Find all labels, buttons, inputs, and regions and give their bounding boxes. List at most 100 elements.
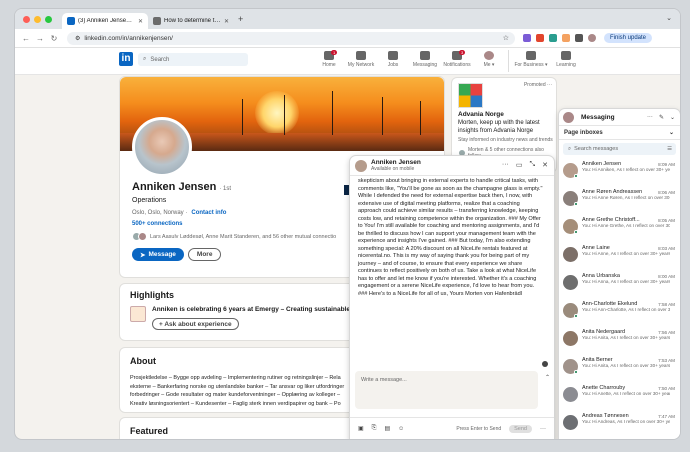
nav-jobs[interactable]: Jobs (377, 50, 409, 72)
thread-item[interactable]: Anniken Jensen You: Hi Anniken, As I refl… (559, 158, 680, 186)
more-options-icon[interactable]: ··· (540, 426, 546, 432)
profile-headline: Operations (132, 197, 167, 204)
emoji-icon[interactable]: ☺ (398, 426, 404, 432)
location-text: Oslo, Oslo, Norway · (132, 210, 188, 216)
more-options-icon[interactable]: ··· (502, 161, 509, 169)
nav-divider (508, 50, 509, 72)
more-options-icon[interactable]: ··· (647, 114, 653, 121)
thread-item[interactable]: Anette Charrouby You: Hi Anette, As I ref… (559, 382, 680, 410)
nav-label: Notifications (443, 62, 471, 68)
avatar (563, 247, 578, 262)
chevron-down-icon: ⌄ (668, 130, 674, 136)
finish-update-button[interactable]: Finish update (604, 33, 653, 43)
forward-icon[interactable]: → (33, 34, 47, 43)
online-indicator-icon (574, 202, 578, 206)
attach-icon[interactable]: ⎘ (372, 425, 377, 432)
image-icon[interactable]: ▣ (358, 425, 364, 432)
thread-item[interactable]: Anne Røren Andreassen You: Hi Anne Røren,… (559, 186, 680, 214)
maximize-window-button[interactable] (45, 15, 52, 23)
compose-icon[interactable]: ✎ (659, 114, 664, 121)
thread-item[interactable]: Ann-Charlotte Ekelund You: Hi Ann-Charlot… (559, 298, 680, 326)
close-tab-icon[interactable]: ✕ (224, 18, 229, 25)
nav-label: Me ▾ (483, 62, 495, 68)
thread-preview: You: Hi Anne Grethe, As I reflect on ove… (582, 223, 670, 228)
chevron-down-icon[interactable]: ⌄ (670, 114, 675, 121)
connections-link[interactable]: 500+ connections (132, 221, 183, 227)
highlights-title: Highlights (130, 290, 174, 300)
more-button-label: More (196, 251, 213, 258)
close-tab-icon[interactable]: ✕ (138, 18, 143, 25)
extension-icon[interactable] (536, 34, 544, 42)
message-button[interactable]: ➤ Message (132, 248, 184, 261)
nav-me[interactable]: Me ▾ (473, 50, 505, 72)
site-info-icon[interactable]: ⚙ (75, 35, 80, 42)
thread-item[interactable]: Anna Urbanska You: Hi Anna, As I reflect … (559, 270, 680, 298)
nav-notifications[interactable]: 3 Notifications (441, 50, 473, 72)
notification-badge: 1 (331, 50, 338, 55)
browser-tab-second[interactable]: How to determine the main c ✕ (148, 13, 234, 29)
thread-item[interactable]: Anne Laine You: Hi Anne, As I reflect on … (559, 242, 680, 270)
new-tab-button[interactable]: + (238, 14, 243, 24)
nav-for-business[interactable]: For Business ▾ (512, 50, 550, 72)
message-compose-field[interactable]: Write a message... (355, 371, 538, 409)
seen-indicator-icon (542, 361, 548, 367)
conversation-window: Anniken Jensen Available on mobile ··· ▭… (349, 155, 555, 439)
thread-preview: You: Hi Anette, As I reflect on over 30+… (582, 391, 670, 396)
thread-time: 7:47 AM (658, 414, 675, 419)
nav-home[interactable]: 1 Home (313, 50, 345, 72)
reload-icon[interactable]: ↻ (47, 34, 61, 43)
send-icon: ➤ (140, 251, 146, 259)
send-button[interactable]: Send (509, 424, 532, 433)
page-inboxes-dropdown[interactable]: Page inboxes ⌄ (559, 126, 680, 140)
profile-photo[interactable] (132, 117, 192, 177)
message-thread[interactable]: skepticism about bringing in external ex… (350, 176, 554, 371)
conversation-header[interactable]: Anniken Jensen Available on mobile ··· ▭… (350, 156, 554, 176)
browser-window: (3) Anniken Jensen | LinkedIn ✕ How to d… (14, 8, 681, 440)
thread-item[interactable]: Anne Grethe Christoff... You: Hi Anne Gre… (559, 214, 680, 242)
nav-messaging[interactable]: Messaging (409, 50, 441, 72)
profile-actions: ➤ Message More (132, 248, 222, 261)
thread-item[interactable]: Andreas Tønnesen You: Hi Andreas, As I re… (559, 410, 680, 438)
expand-compose-icon[interactable]: ⌃ (545, 374, 550, 381)
close-icon[interactable]: ✕ (542, 161, 548, 169)
close-window-button[interactable] (23, 15, 30, 23)
search-input[interactable]: ⌕ Search (138, 53, 248, 66)
mutual-connections[interactable]: Lars Aasulv Løddesøl, Anne Marit Stander… (132, 232, 336, 241)
wind-turbine-image (420, 101, 421, 135)
ask-about-experience-button[interactable]: + Ask about experience (152, 318, 239, 330)
back-icon[interactable]: ← (19, 34, 33, 43)
extension-icon[interactable] (549, 34, 557, 42)
wind-turbine-image (382, 97, 383, 135)
thread-item[interactable]: Anita Nedergaard You: Hi Anita, As I refl… (559, 326, 680, 354)
profile-name: Anniken Jensen · 1st (132, 181, 231, 193)
url-field[interactable]: ⚙ linkedin.com/in/annikenjensen/ ☆ (67, 31, 515, 45)
network-icon (356, 51, 366, 60)
extensions-puzzle-icon[interactable] (575, 34, 583, 42)
thread-item[interactable]: Anita Berner You: Hi Anita, As I reflect … (559, 354, 680, 382)
contact-info-link[interactable]: Contact info (191, 210, 226, 216)
promoted-label[interactable]: Promoted ··· (524, 82, 552, 88)
tab-list-chevron-icon[interactable]: ⌄ (666, 14, 672, 22)
filter-icon[interactable]: ☰ (667, 146, 672, 152)
about-line: Kreativ løsningsorientert – Kundesenter … (130, 400, 341, 407)
profile-avatar-icon[interactable] (588, 34, 596, 42)
linkedin-logo-icon[interactable]: in (119, 52, 133, 66)
online-indicator-icon (574, 174, 578, 178)
extension-icon[interactable] (562, 34, 570, 42)
collapse-icon[interactable]: ⤡ (530, 161, 536, 169)
minimize-window-button[interactable] (34, 15, 41, 23)
extension-icon[interactable] (523, 34, 531, 42)
url-text: linkedin.com/in/annikenjensen/ (84, 34, 173, 42)
tab-title: How to determine the main c (164, 18, 221, 24)
browser-tab-linkedin[interactable]: (3) Anniken Jensen | LinkedIn ✕ (62, 13, 148, 29)
search-messages-input[interactable]: ⌕ Search messages ☰ (563, 143, 676, 155)
nav-learning[interactable]: Learning (550, 50, 582, 72)
video-call-icon[interactable]: ▭ (516, 161, 523, 169)
address-bar: ← → ↻ ⚙ linkedin.com/in/annikenjensen/ ☆… (15, 29, 680, 48)
gif-icon[interactable]: ▤ (384, 425, 390, 432)
messaging-header[interactable]: Messaging ··· ✎ ⌄ (559, 109, 680, 126)
bookmark-star-icon[interactable]: ☆ (503, 34, 509, 42)
more-button[interactable]: More (187, 248, 222, 261)
nav-my-network[interactable]: My Network (345, 50, 377, 72)
thread-list: Anniken Jensen You: Hi Anniken, As I refl… (559, 158, 680, 438)
